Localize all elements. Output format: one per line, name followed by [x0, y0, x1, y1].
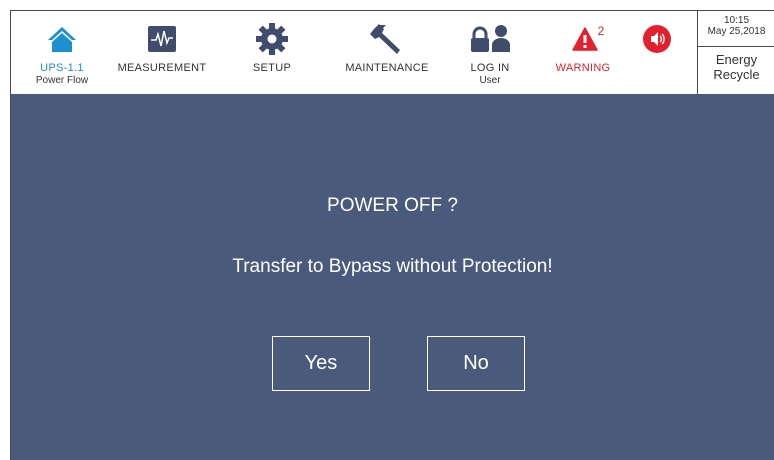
- power-off-dialog: POWER OFF ? Transfer to Bypass without P…: [11, 94, 774, 460]
- yes-button[interactable]: Yes: [272, 336, 370, 391]
- speaker-icon: [641, 21, 673, 57]
- nav-measurement[interactable]: MEASUREMENT: [115, 11, 209, 94]
- no-button[interactable]: No: [427, 336, 525, 391]
- nav-setup-label: SETUP: [252, 62, 292, 74]
- measurement-icon: [148, 21, 176, 57]
- warning-icon: 2: [571, 21, 605, 57]
- nav-maintenance-label: MAINTENANCE: [345, 62, 429, 74]
- clock-time: 10:15: [723, 15, 750, 26]
- speaker-toggle[interactable]: [639, 11, 675, 94]
- clock-display: 10:15 May 25,2018: [698, 11, 774, 47]
- nav-login[interactable]: LOG IN User: [463, 11, 517, 94]
- nav-login-label: LOG IN: [470, 62, 510, 74]
- nav-setup[interactable]: SETUP: [249, 11, 295, 94]
- home-icon: [47, 21, 77, 57]
- mode-line-1: Energy: [715, 52, 758, 67]
- ups-screen: UPS-1.1 Power Flow MEASUREMENT SETUP MAI…: [10, 10, 774, 460]
- lock-user-icon: [469, 21, 511, 57]
- dialog-message: Transfer to Bypass without Protection!: [232, 256, 553, 277]
- clock-date: May 25,2018: [707, 26, 766, 37]
- mode-line-2: Recycle: [713, 67, 760, 82]
- nav-login-sublabel: User: [479, 75, 501, 86]
- nav-home-sublabel: Power Flow: [35, 75, 89, 86]
- dialog-title: POWER OFF ?: [327, 195, 458, 216]
- gear-icon: [256, 21, 288, 57]
- status-panel: 10:15 May 25,2018 Energy Recycle: [697, 11, 774, 94]
- top-nav-bar: UPS-1.1 Power Flow MEASUREMENT SETUP MAI…: [11, 11, 774, 94]
- nav-maintenance[interactable]: MAINTENANCE: [341, 11, 433, 94]
- nav-warning-label: WARNING: [555, 62, 611, 74]
- operating-mode: Energy Recycle: [698, 48, 774, 82]
- nav-measurement-label: MEASUREMENT: [117, 62, 207, 74]
- nav-home[interactable]: UPS-1.1 Power Flow: [36, 11, 88, 94]
- nav-home-label: UPS-1.1: [40, 62, 84, 74]
- warning-count-badge: 2: [597, 24, 605, 38]
- nav-warning[interactable]: 2 WARNING: [551, 11, 615, 94]
- wrench-icon: [370, 21, 404, 57]
